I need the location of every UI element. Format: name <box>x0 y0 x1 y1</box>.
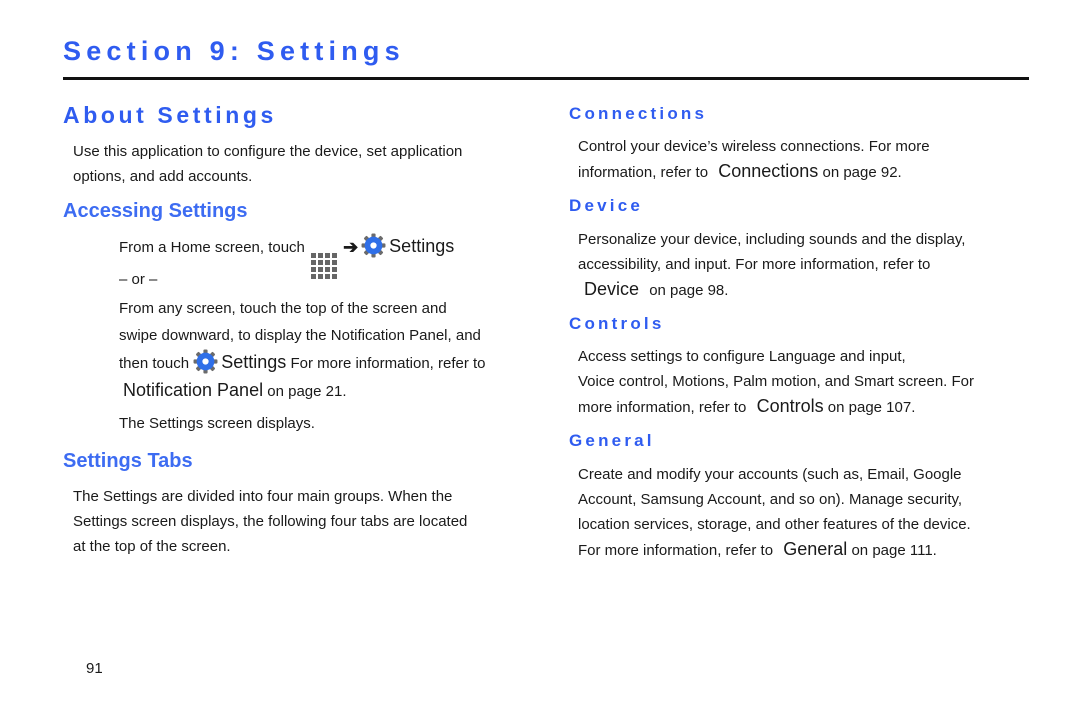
device-text: Personalize your device, including sound… <box>578 227 965 303</box>
about-settings-text: Use this application to configure the de… <box>73 139 462 189</box>
step2-line: swipe downward, to display the Notificat… <box>119 327 481 344</box>
about-settings-heading: About Settings <box>63 102 277 128</box>
tabs-text-line: The Settings are divided into four main … <box>73 488 453 505</box>
controls-line: Access settings to configure Language an… <box>578 348 906 365</box>
settings-gear-icon <box>361 233 386 258</box>
general-text: Create and modify your accounts (such as… <box>578 462 971 563</box>
about-text-line: options, and add accounts. <box>73 168 253 185</box>
device-line: accessibility, and input. For more infor… <box>578 256 931 273</box>
connections-text: Control your device’s wireless connectio… <box>578 134 930 185</box>
controls-line: Voice control, Motions, Palm motion, and… <box>578 373 974 390</box>
general-link[interactable]: General <box>783 539 847 559</box>
notification-panel-page: on page 21. <box>267 383 347 400</box>
step1-prefix: From a Home screen, touch <box>119 239 305 256</box>
device-page: on page 98. <box>649 282 729 299</box>
apps-grid-icon <box>311 253 338 279</box>
general-line: location services, storage, and other fe… <box>578 516 971 533</box>
device-link[interactable]: Device <box>584 279 639 299</box>
general-line: Create and modify your accounts (such as… <box>578 466 962 483</box>
settings-screen-displays: The Settings screen displays. <box>119 415 315 432</box>
general-page: on page 111. <box>851 542 937 559</box>
settings-tabs-text: The Settings are divided into four main … <box>73 484 467 559</box>
step2-more-info: For more information, refer to <box>290 355 486 372</box>
tabs-text-line: Settings screen displays, the following … <box>73 513 468 530</box>
accessing-step-1: From a Home screen, touch ➔ Settings <box>119 233 455 279</box>
general-refer: For more information, refer to <box>578 542 774 559</box>
connections-heading: Connections <box>569 104 708 123</box>
page-number: 91 <box>86 660 103 677</box>
general-heading: General <box>569 431 655 450</box>
settings-tabs-heading: Settings Tabs <box>63 450 193 472</box>
tabs-text-line: at the top of the screen. <box>73 538 231 555</box>
controls-refer: more information, refer to <box>578 399 747 416</box>
controls-page: on page 107. <box>827 399 916 416</box>
notification-panel-link[interactable]: Notification Panel <box>123 380 263 400</box>
controls-heading: Controls <box>569 314 665 333</box>
connections-line: Control your device’s wireless connectio… <box>578 138 930 155</box>
connections-refer: information, refer to <box>578 164 709 181</box>
header-rule <box>63 77 1029 80</box>
step1-settings-label: Settings <box>389 236 455 256</box>
accessing-step-2: From any screen, touch the top of the sc… <box>119 295 486 405</box>
general-line: Account, Samsung Account, and so on). Ma… <box>578 491 963 508</box>
step2-settings-label: Settings <box>221 352 287 372</box>
step2-line: From any screen, touch the top of the sc… <box>119 300 447 317</box>
accessing-settings-heading: Accessing Settings <box>63 200 248 222</box>
device-heading: Device <box>569 196 644 215</box>
controls-link[interactable]: Controls <box>757 396 824 416</box>
arrow-right-icon: ➔ <box>343 237 359 257</box>
or-separator: – or – <box>119 271 158 288</box>
connections-page: on page 92. <box>822 164 902 181</box>
controls-text: Access settings to configure Language an… <box>578 344 974 420</box>
step2-then: then touch <box>119 355 190 372</box>
section-title: Section 9: Settings <box>63 36 405 66</box>
device-line: Personalize your device, including sound… <box>578 231 966 248</box>
settings-gear-icon <box>193 349 218 374</box>
about-text-line: Use this application to configure the de… <box>73 143 463 160</box>
connections-link[interactable]: Connections <box>718 161 818 181</box>
